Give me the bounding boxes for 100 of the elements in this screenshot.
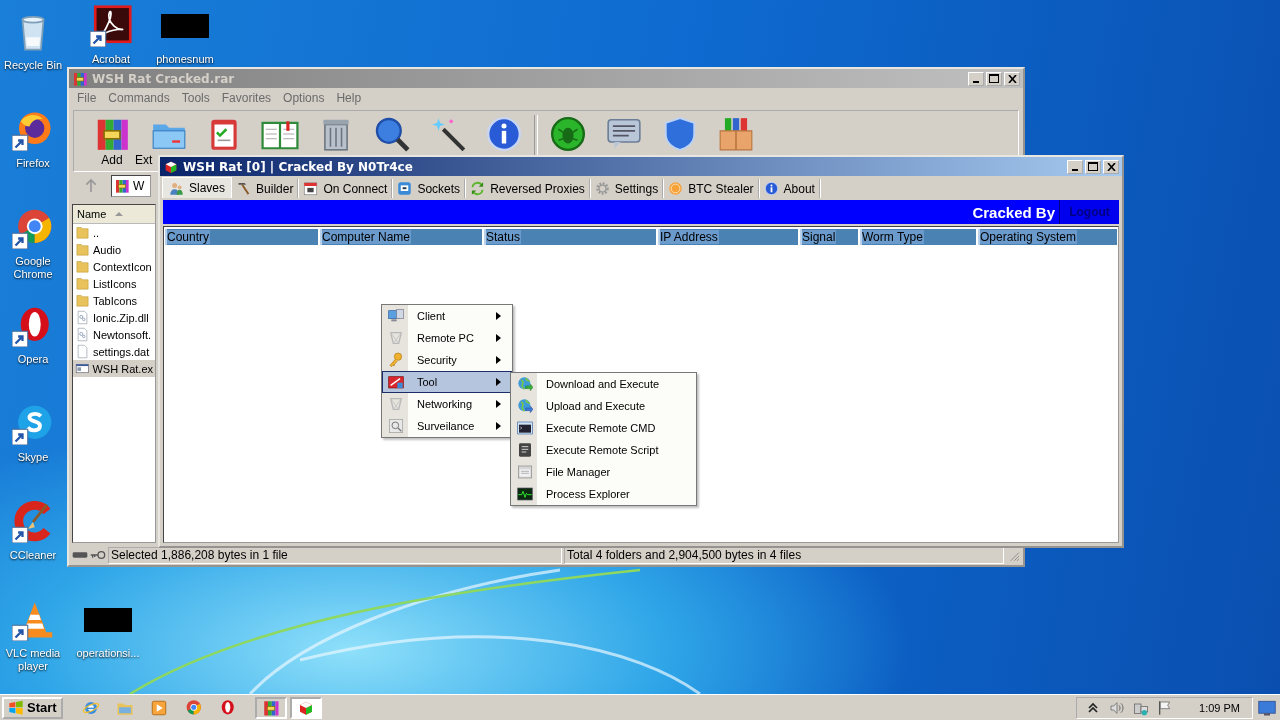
menu-item[interactable]: Favorites (221, 91, 272, 105)
window-icon (517, 464, 533, 480)
archive-entry[interactable]: Audio (73, 241, 155, 258)
book-stack-icon (114, 178, 130, 194)
submenu-arrow-icon (496, 356, 501, 364)
submenu-arrow-icon (496, 312, 501, 320)
archive-entry[interactable]: Newtonsoft. (73, 326, 155, 343)
desktop-shortcut[interactable]: Google Chrome (0, 204, 66, 281)
info-icon (763, 181, 779, 196)
menu-item[interactable]: Options (283, 91, 325, 105)
chat-bubble-icon (12, 403, 54, 445)
tab[interactable]: On Connect (299, 179, 394, 198)
settings-file-icon (75, 310, 90, 325)
start-button[interactable]: Start (2, 696, 63, 719)
menu-item[interactable]: Client (382, 305, 512, 327)
toolbar-label[interactable]: Ext (135, 153, 153, 167)
tab[interactable]: Sockets (393, 179, 467, 198)
menu-item[interactable]: Execute Remote CMD (511, 417, 696, 439)
close-icon (1007, 74, 1017, 83)
computer-icon (388, 308, 404, 324)
desktop-shortcut[interactable]: Recycle Bin (0, 8, 66, 72)
archive-entry[interactable]: ListIcons (73, 275, 155, 292)
magnifier-icon[interactable] (373, 115, 411, 153)
tab[interactable]: BTC Stealer (664, 179, 760, 198)
toolbar-label[interactable]: Add (101, 153, 123, 167)
play-button-icon (149, 698, 168, 717)
settings-icon (594, 181, 610, 196)
globe-icon (517, 376, 533, 392)
tab[interactable]: Slaves (162, 177, 233, 198)
column-header[interactable]: Signal (800, 229, 858, 245)
minimize-button[interactable] (1067, 159, 1083, 174)
window-title: WSH Rat Cracked.rar (92, 71, 235, 86)
settings-file-icon (75, 327, 90, 342)
column-header[interactable]: Country (165, 229, 318, 245)
program-window-icon (75, 361, 90, 376)
menu-item[interactable]: Commands (108, 91, 170, 105)
taskbar-button[interactable] (289, 696, 322, 719)
close-button[interactable] (1004, 71, 1020, 86)
document-app-icon (90, 5, 132, 47)
archive-entry[interactable]: ContextIcon (73, 258, 155, 275)
desktop-shortcut[interactable]: Acrobat (78, 2, 144, 66)
menu-item[interactable]: Process Explorer (511, 483, 696, 505)
info-icon[interactable] (485, 115, 523, 153)
archive-entry[interactable]: Ionic.Zip.dll (73, 309, 155, 326)
tab[interactable]: Settings (590, 179, 665, 198)
close-button[interactable] (1103, 159, 1119, 174)
archive-entry[interactable]: WSH Rat.ex (73, 360, 155, 377)
desktop-shortcut[interactable]: phonesnum (152, 2, 218, 66)
tab[interactable]: Reversed Proxies (466, 179, 591, 198)
taskbar-button[interactable] (254, 696, 287, 719)
menu-item[interactable]: Remote PC (382, 327, 512, 349)
menu-item[interactable]: Networking (382, 393, 512, 415)
path-field[interactable]: W (111, 175, 152, 197)
scanner-icon (388, 418, 404, 434)
menu-item[interactable]: Download and Execute (511, 373, 696, 395)
window-title: WSH Rat [0] | Cracked By N0Tr4ce (183, 159, 413, 174)
menu-item[interactable]: Tool (382, 371, 512, 393)
sort-arrow-icon (114, 211, 125, 217)
maximize-button[interactable] (1085, 159, 1101, 174)
package-icon[interactable] (717, 115, 755, 153)
archive-entry[interactable]: TabIcons (73, 292, 155, 309)
archive-entry[interactable]: settings.dat (73, 343, 155, 360)
maximize-button[interactable] (986, 71, 1002, 86)
archive-entry[interactable]: .. (73, 224, 155, 241)
book-stack-icon (261, 698, 280, 717)
menu-item[interactable]: Execute Remote Script (511, 439, 696, 461)
up-arrow-icon (83, 178, 99, 194)
submenu-arrow-icon (496, 400, 501, 408)
menu-item[interactable]: Upload and Execute (511, 395, 696, 417)
column-header[interactable]: IP Address (658, 229, 798, 245)
speaker-icon[interactable] (1109, 699, 1126, 716)
socket-icon (397, 181, 413, 196)
menu-item[interactable]: File Manager (511, 461, 696, 483)
clock: 1:09 PM (1199, 701, 1240, 714)
menu-item[interactable]: Tools (181, 91, 210, 105)
folder-icon (75, 242, 90, 257)
column-header[interactable]: Worm Type (860, 229, 976, 245)
menu-item[interactable]: Help (336, 91, 362, 105)
tab[interactable]: Builder (232, 179, 300, 198)
banner-text: Cracked By (972, 203, 1056, 221)
submenu-arrow-icon (496, 378, 501, 386)
menu-item[interactable]: File (77, 91, 97, 105)
coin-icon (668, 181, 684, 196)
close-icon (1106, 162, 1116, 171)
column-header[interactable]: Status (484, 229, 656, 245)
bug-icon[interactable] (549, 115, 587, 153)
column-header[interactable]: Operating System (978, 229, 1117, 245)
submenu-arrow-icon (496, 334, 501, 342)
console-icon (517, 420, 533, 436)
desktop-shortcut[interactable]: Skype (0, 400, 66, 464)
desktop-shortcut[interactable]: Firefox (0, 106, 66, 170)
column-header[interactable]: Computer Name (320, 229, 482, 245)
desktop-shortcut[interactable]: Opera (0, 302, 66, 366)
globe-icon (517, 398, 533, 414)
magic-wand-icon[interactable] (429, 115, 467, 153)
minimize-button[interactable] (968, 71, 984, 86)
folder-icon (75, 276, 90, 291)
tab[interactable]: About (759, 179, 821, 198)
menu-item[interactable]: Security (382, 349, 512, 371)
menu-item[interactable]: Surveilance (382, 415, 512, 437)
